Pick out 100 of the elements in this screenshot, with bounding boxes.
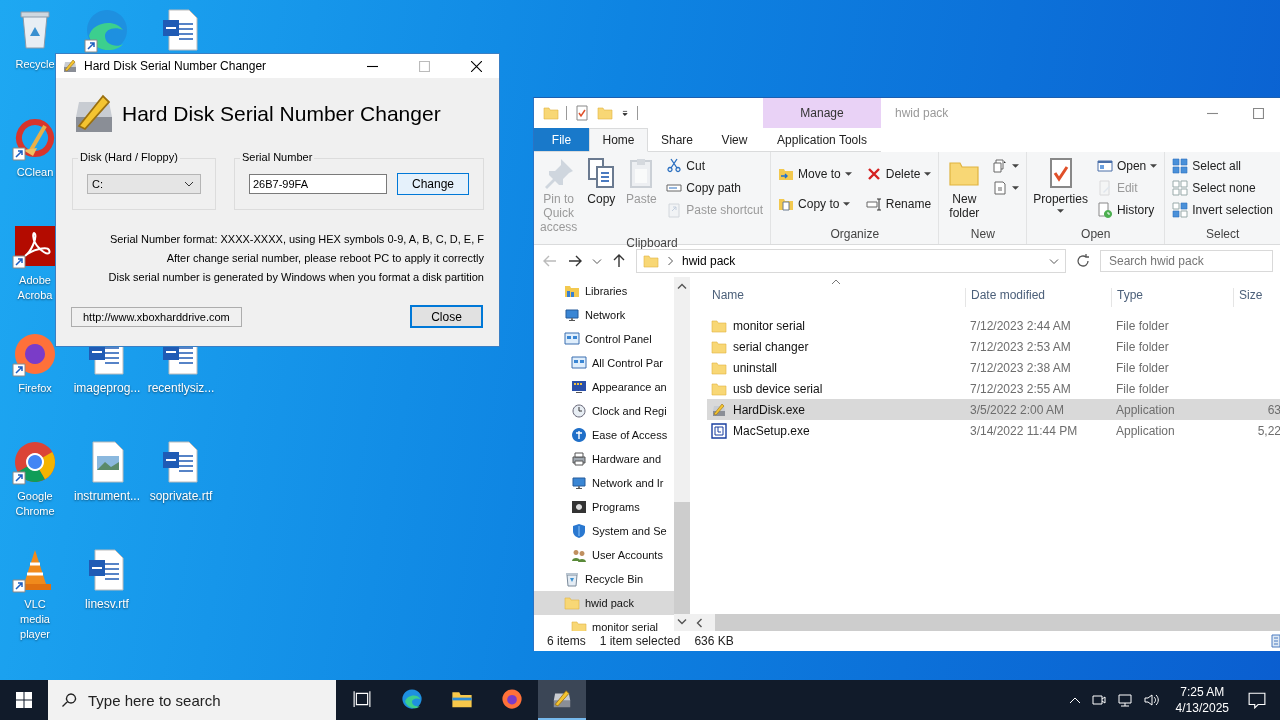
refresh-icon[interactable]: [1075, 253, 1091, 269]
nav-item[interactable]: Programs: [534, 495, 674, 519]
grid-mixed-icon: [1172, 202, 1189, 218]
ribbon-button[interactable]: Invert selection: [1168, 199, 1277, 221]
ribbon-tab[interactable]: File: [534, 128, 589, 152]
size-cell-text: 5,22: [1256, 423, 1280, 438]
file-row[interactable]: serial changer 7/12/2023 2:53 AM File folder: [707, 336, 1280, 357]
notification-icon[interactable]: [1248, 691, 1266, 709]
vertical-scrollbar[interactable]: [674, 277, 690, 631]
ribbon-button[interactable]: Rename: [861, 191, 936, 217]
document-clock-icon: [1096, 202, 1113, 218]
group-label: Disk (Hard / Floppy): [78, 151, 180, 163]
volume-icon[interactable]: [1142, 692, 1159, 708]
folder-icon: [564, 595, 580, 611]
camera-icon[interactable]: [1090, 692, 1107, 708]
caret-icon: [1057, 209, 1065, 213]
caret-icon: [1150, 164, 1158, 168]
nav-item[interactable]: hwid pack: [534, 591, 674, 615]
scroll-down-icon[interactable]: [677, 618, 687, 625]
type-cell-text: Application: [1115, 402, 1176, 417]
address-path: hwid pack: [682, 254, 736, 268]
ribbon-button[interactable]: Select none: [1168, 177, 1277, 199]
close-button[interactable]: Close: [410, 305, 483, 328]
nav-item[interactable]: monitor serial: [534, 615, 674, 631]
file-row[interactable]: MacSetup.exe 3/14/2022 11:44 PM Application 5,22: [707, 420, 1280, 441]
swirl-icon: [401, 688, 423, 710]
ribbon-button[interactable]: Move to: [774, 161, 856, 187]
network-icon[interactable]: [1116, 692, 1133, 708]
shield-icon: [571, 523, 587, 539]
ribbon-button[interactable]: Copy to: [774, 191, 856, 217]
nav-item[interactable]: All Control Par: [534, 351, 674, 375]
disc-box-icon: [571, 499, 587, 515]
accessibility-icon: [571, 427, 587, 443]
nav-item[interactable]: Network: [534, 303, 674, 327]
disk-dropdown[interactable]: C:: [87, 174, 201, 194]
column-header[interactable]: Date modified: [965, 288, 1111, 307]
nav-item[interactable]: Hardware and: [534, 447, 674, 471]
chevron-up-icon[interactable]: [1068, 696, 1081, 704]
nav-item[interactable]: Network and Ir: [534, 471, 674, 495]
ribbon-button[interactable]: Select all: [1168, 155, 1277, 177]
easy-access-icon: [992, 180, 1009, 196]
scrollbar-thumb[interactable]: [674, 502, 690, 614]
nav-item[interactable]: Clock and Regi: [534, 399, 674, 423]
status-text: 636 KB: [694, 634, 734, 648]
nav-item[interactable]: Control Panel: [534, 327, 674, 351]
address-bar[interactable]: hwid pack: [636, 249, 1066, 273]
nav-item[interactable]: Recycle Bin: [534, 567, 674, 591]
date-cell-text: 7/12/2023 2:55 AM: [969, 381, 1072, 396]
new-item-icon: [992, 158, 1009, 174]
ribbon-group-label: Select: [1204, 227, 1241, 243]
control-panel-icon: [571, 355, 587, 371]
change-button[interactable]: Change: [397, 173, 469, 195]
folder-arrow-icon: [778, 166, 795, 182]
file-row[interactable]: HardDisk.exe 3/5/2022 2:00 AM Application 63: [707, 399, 1280, 420]
ribbon-button[interactable]: Cut: [662, 155, 768, 177]
customize-dropdown-icon[interactable]: [620, 109, 630, 117]
nav-item[interactable]: Appearance an: [534, 375, 674, 399]
column-header[interactable]: Size: [1233, 288, 1280, 307]
nav-item[interactable]: System and Se: [534, 519, 674, 543]
taskbar-search-field[interactable]: Type here to search: [48, 680, 336, 720]
ribbon-button[interactable]: New folder: [942, 155, 987, 227]
folder-icon: [711, 317, 727, 334]
status-text: 1 item selected: [599, 634, 681, 648]
file-row[interactable]: monitor serial 7/12/2023 2:44 AM File folder: [707, 315, 1280, 336]
nav-item[interactable]: Ease of Access: [534, 423, 674, 447]
file-name: HardDisk.exe: [733, 402, 806, 417]
search-field[interactable]: Search hwid pack: [1100, 250, 1273, 272]
taskbar-app[interactable]: [538, 680, 586, 720]
display-icon: [571, 379, 587, 395]
scroll-left-icon[interactable]: [696, 617, 703, 628]
maze-icon: [711, 422, 727, 439]
ribbon-button[interactable]: Delete: [861, 161, 936, 187]
website-link[interactable]: http://www.xboxharddrive.com: [71, 306, 242, 327]
file-row[interactable]: usb device serial 7/12/2023 2:55 AM File folder: [707, 378, 1280, 399]
fox-globe-icon: [501, 688, 523, 710]
window-icon: [1096, 158, 1113, 174]
nav-item[interactable]: User Accounts: [534, 543, 674, 567]
ribbon-button[interactable]: Properties: [1030, 155, 1091, 227]
column-header[interactable]: Type: [1111, 288, 1233, 307]
ribbon-tab[interactable]: Home: [589, 128, 648, 152]
forward-arrow-icon[interactable]: [567, 253, 583, 269]
ribbon-button[interactable]: Copy: [582, 155, 621, 236]
file-name: monitor serial: [733, 318, 806, 333]
document-check-icon[interactable]: [574, 105, 590, 121]
serial-input[interactable]: 26B7-99FA: [249, 174, 387, 194]
ribbon-button[interactable]: Copy path: [662, 177, 768, 199]
file-row[interactable]: uninstall 7/12/2023 2:38 AM File folder: [707, 357, 1280, 378]
up-arrow-icon[interactable]: [611, 253, 627, 269]
disk-pencil-icon: [62, 58, 78, 74]
clock[interactable]: 7:25 AM 4/13/2025: [1175, 684, 1229, 716]
nav-item[interactable]: Libraries: [534, 279, 674, 303]
ribbon-button[interactable]: History: [1092, 199, 1162, 221]
scroll-up-icon[interactable]: [677, 283, 687, 290]
ribbon-button[interactable]: Open: [1092, 155, 1162, 177]
column-header[interactable]: Name: [707, 288, 965, 307]
caret-icon: [844, 172, 852, 176]
caret-icon: [843, 202, 851, 206]
chevron-down-icon: [1049, 257, 1059, 265]
type-cell-text: File folder: [1115, 318, 1170, 333]
grid-empty-icon: [1172, 180, 1189, 196]
